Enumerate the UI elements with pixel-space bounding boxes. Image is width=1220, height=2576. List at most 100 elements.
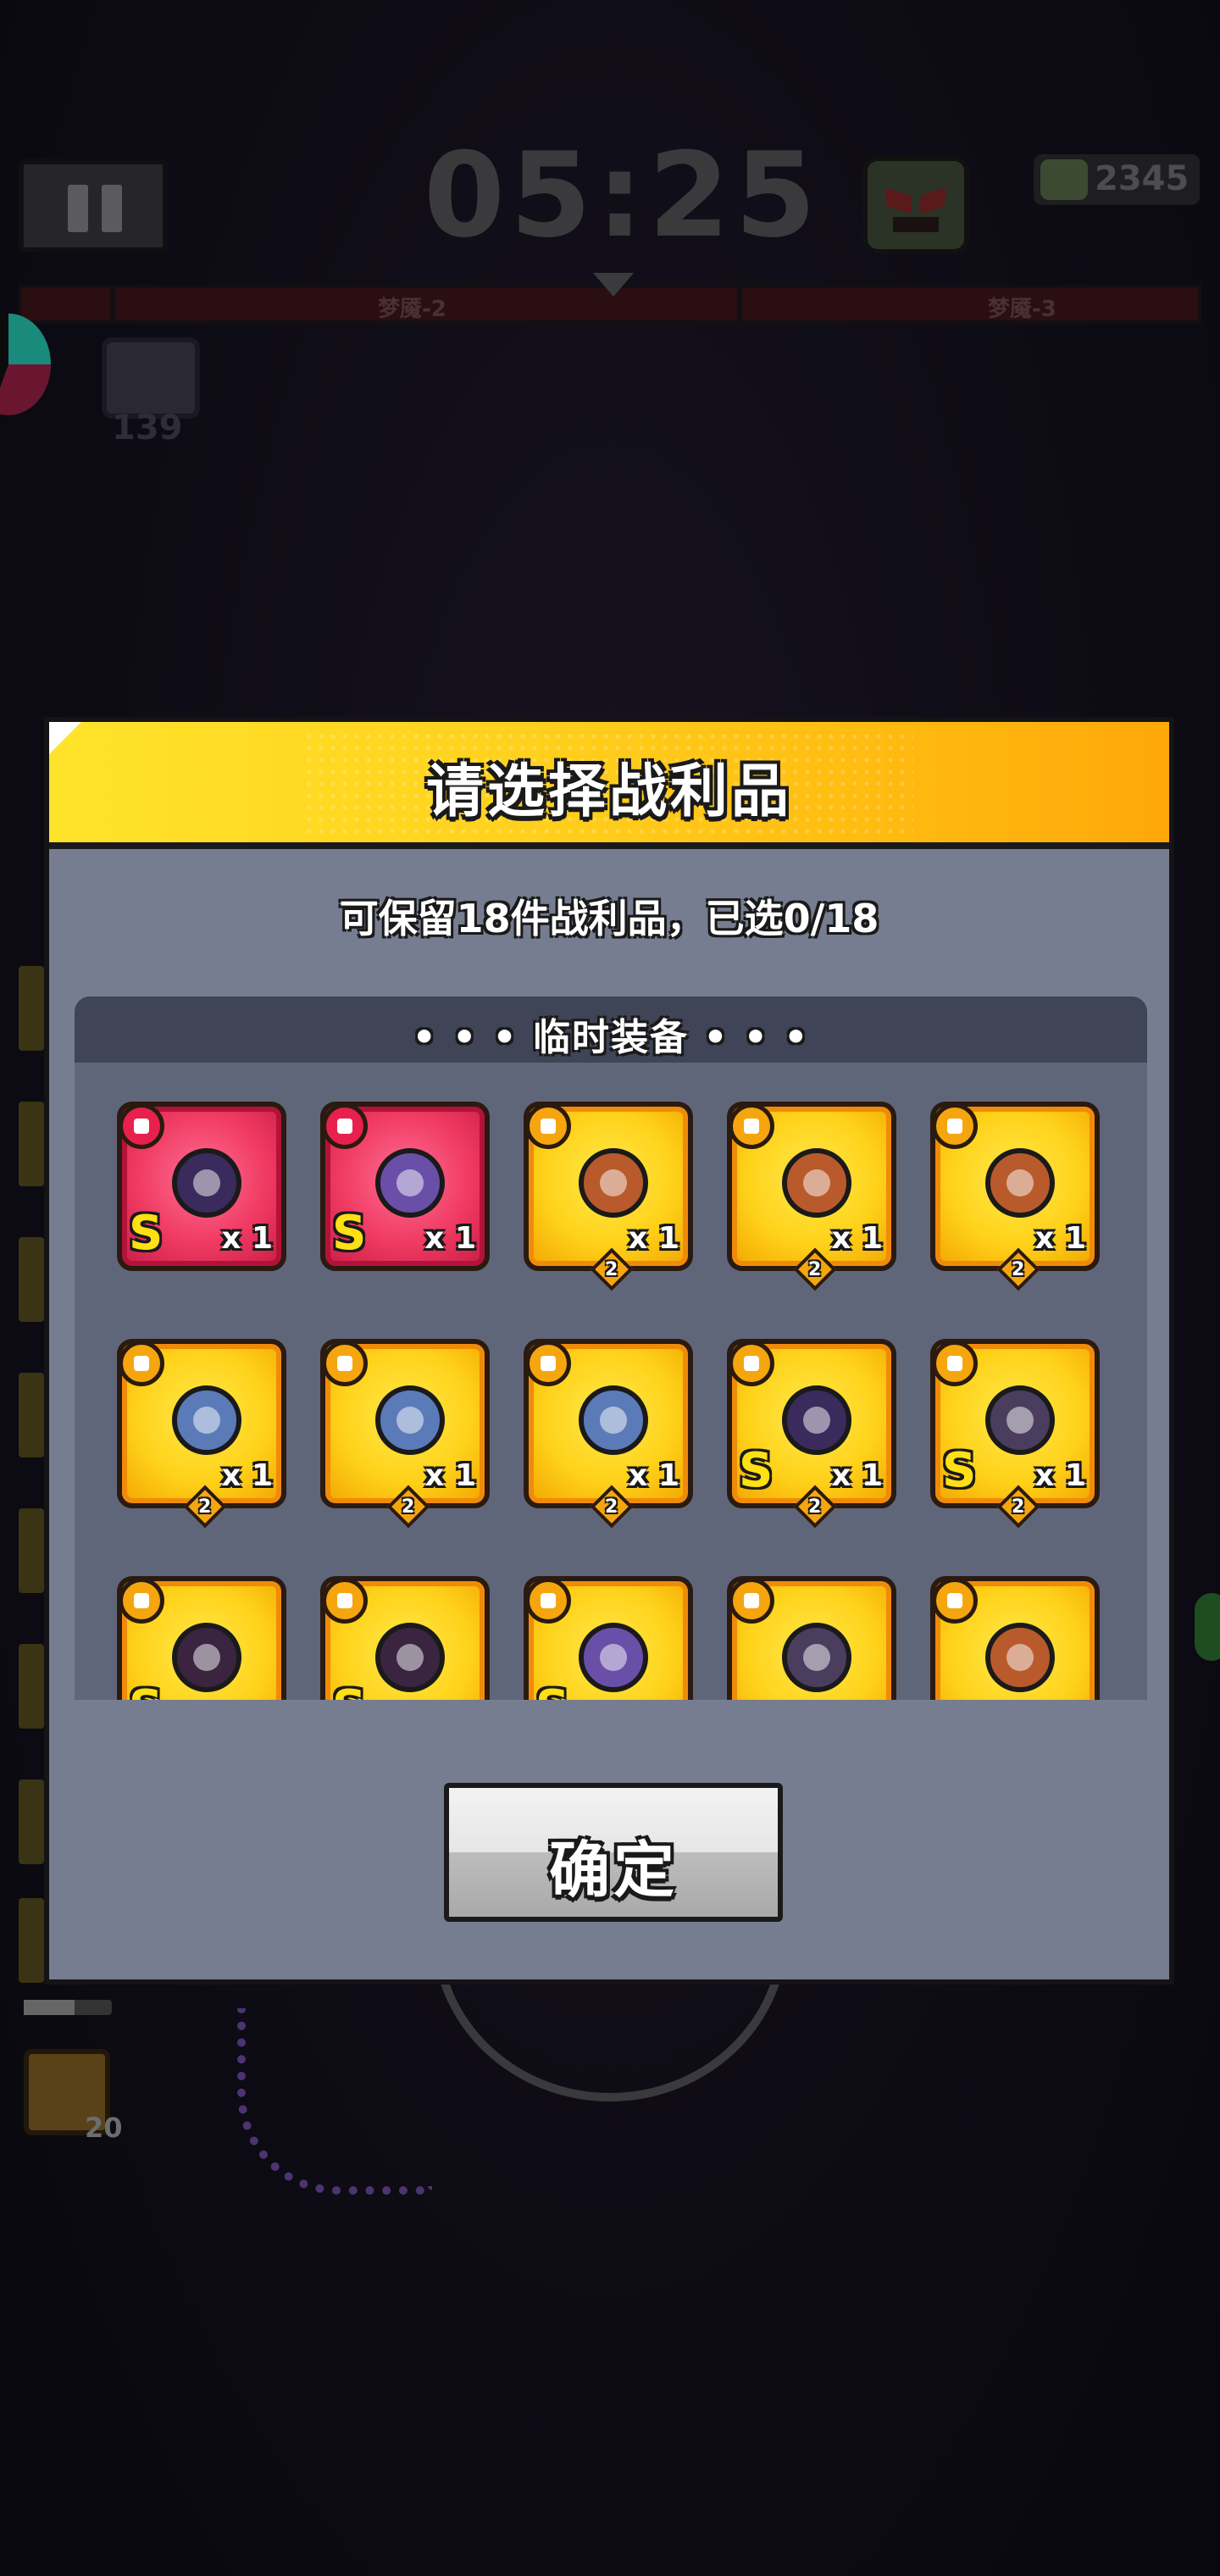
grade-badge: S bbox=[332, 1685, 366, 1701]
grade-badge: S bbox=[739, 1443, 774, 1498]
item-quantity: x 1 bbox=[1034, 1221, 1086, 1256]
loot-item-gloves-fur[interactable]: x 1 2 bbox=[117, 1339, 286, 1529]
confirm-button[interactable]: 确定 bbox=[444, 1783, 783, 1922]
grade-badge: S bbox=[535, 1685, 569, 1701]
loot-item-belt-dark-2[interactable]: S bbox=[320, 1576, 490, 1700]
item-level: 2 bbox=[807, 1258, 822, 1280]
loot-item-weapon-blaster[interactable]: Sx 1 2 bbox=[727, 1339, 896, 1529]
grade-badge: S bbox=[129, 1685, 163, 1701]
weapon-slot-icon bbox=[119, 1103, 164, 1149]
item-level-badge: 2 bbox=[793, 1247, 837, 1291]
loot-item-belt-dark-1[interactable]: S bbox=[117, 1576, 286, 1700]
item-level-badge: 2 bbox=[590, 1485, 634, 1529]
belt-slot-icon bbox=[119, 1578, 164, 1624]
belt-icon bbox=[164, 1615, 249, 1700]
side-skill-slot bbox=[19, 1644, 44, 1729]
side-skill-slot bbox=[19, 1898, 44, 1983]
item-level-badge: 2 bbox=[996, 1485, 1040, 1529]
loot-item-weapon-dark-star[interactable]: Sx 1 bbox=[117, 1102, 286, 1271]
item-quantity: x 1 bbox=[424, 1458, 476, 1493]
boss-icon bbox=[862, 156, 969, 254]
grade-badge: S bbox=[129, 1206, 164, 1261]
item-quantity: x 1 bbox=[831, 1221, 883, 1256]
side-skill-slot bbox=[19, 1508, 44, 1593]
armor-slot-icon bbox=[729, 1578, 774, 1624]
necklace-icon bbox=[978, 1615, 1062, 1700]
item-quantity: x 1 bbox=[628, 1458, 679, 1493]
boots-slot-icon bbox=[322, 1103, 368, 1149]
item-level-badge: 2 bbox=[996, 1247, 1040, 1291]
belt-slot-icon bbox=[322, 1578, 368, 1624]
armor-slot-icon bbox=[932, 1341, 978, 1386]
necklace-slot-icon bbox=[525, 1103, 571, 1149]
item-level-badge: 2 bbox=[793, 1485, 837, 1529]
pause-button[interactable] bbox=[19, 159, 168, 253]
item-level: 2 bbox=[807, 1496, 822, 1518]
modal-title: 请选择战利品 bbox=[425, 758, 792, 825]
item-level: 2 bbox=[1011, 1258, 1025, 1280]
temporary-equipment-panel[interactable]: • • • 临时装备 • • • Sx 1Sx 1x 12x 12x 12x 1… bbox=[75, 997, 1147, 1700]
gloves-icon bbox=[368, 1378, 452, 1463]
grade-badge: S bbox=[332, 1206, 367, 1261]
pause-icon-bar-right bbox=[102, 185, 122, 232]
confirm-label: 确定 bbox=[548, 1835, 678, 1906]
boots-slot-icon bbox=[525, 1578, 571, 1624]
side-skill-slot bbox=[19, 1237, 44, 1322]
item-level: 2 bbox=[1011, 1496, 1025, 1518]
belt-icon bbox=[368, 1615, 452, 1700]
skill-cooldown-bar bbox=[24, 2000, 112, 2015]
side-skill-slot bbox=[19, 966, 44, 1051]
weapon-icon bbox=[774, 1378, 859, 1463]
chest-icon bbox=[102, 337, 200, 419]
armor-icon bbox=[978, 1378, 1062, 1463]
modal-header: 请选择战利品 bbox=[49, 722, 1169, 849]
side-skill-slot bbox=[19, 1779, 44, 1864]
item-level-badge: 2 bbox=[386, 1485, 430, 1529]
item-quantity: x 1 bbox=[1034, 1458, 1086, 1493]
progress-marker-icon bbox=[593, 273, 634, 297]
loot-item-necklace-spiked-collar[interactable]: x 1 2 bbox=[727, 1102, 896, 1291]
loot-item-armor-steel[interactable] bbox=[727, 1576, 896, 1700]
loot-item-necklace-fang-2[interactable] bbox=[930, 1576, 1100, 1700]
item-level-badge: 2 bbox=[590, 1247, 634, 1291]
loot-item-boots-purple[interactable]: Sx 1 bbox=[320, 1102, 490, 1271]
gloves-slot-icon bbox=[525, 1341, 571, 1386]
necklace-icon bbox=[978, 1141, 1062, 1225]
loot-item-boots-dark[interactable]: S bbox=[524, 1576, 693, 1700]
section-header: • • • 临时装备 • • • bbox=[75, 997, 1147, 1063]
chest-count: 139 bbox=[112, 408, 183, 447]
necklace-slot-icon bbox=[932, 1103, 978, 1149]
necklace-slot-icon bbox=[729, 1103, 774, 1149]
loot-item-gloves-crystal[interactable]: x 1 2 bbox=[524, 1339, 693, 1529]
item-level: 2 bbox=[604, 1496, 618, 1518]
section-title: • • • 临时装备 • • • bbox=[412, 1016, 810, 1059]
pause-icon-bar-left bbox=[68, 185, 88, 232]
weapon-icon bbox=[164, 1141, 249, 1225]
boots-icon bbox=[571, 1615, 656, 1700]
selection-count-text: 可保留18件战利品，已选0/18 bbox=[339, 896, 879, 941]
loot-selection-modal: 请选择战利品 可保留18件战利品，已选0/18 • • • 临时装备 • • •… bbox=[44, 717, 1174, 1985]
loot-item-gloves-steel[interactable]: x 1 2 bbox=[320, 1339, 490, 1529]
item-level: 2 bbox=[401, 1496, 415, 1518]
item-quantity: x 1 bbox=[831, 1458, 883, 1493]
item-quantity: x 1 bbox=[221, 1458, 273, 1493]
stage-label-2: 梦魇-3 bbox=[988, 297, 1056, 322]
side-skill-slot bbox=[19, 1373, 44, 1457]
heart-skill-count: 20 bbox=[85, 2112, 123, 2144]
loot-item-necklace-fang[interactable]: x 1 2 bbox=[524, 1102, 693, 1291]
gloves-slot-icon bbox=[322, 1341, 368, 1386]
loot-item-armor-dark[interactable]: Sx 1 2 bbox=[930, 1339, 1100, 1529]
match-timer: 05:25 bbox=[424, 127, 822, 264]
kill-counter: 2345 bbox=[1034, 154, 1200, 205]
kill-count: 2345 bbox=[1095, 159, 1190, 198]
gloves-icon bbox=[164, 1378, 249, 1463]
boots-icon bbox=[368, 1141, 452, 1225]
armor-icon bbox=[774, 1615, 859, 1700]
loot-item-necklace-spiked-collar-2[interactable]: x 1 2 bbox=[930, 1102, 1100, 1291]
gloves-slot-icon bbox=[119, 1341, 164, 1386]
item-level-badge: 2 bbox=[183, 1485, 227, 1529]
item-level: 2 bbox=[197, 1496, 212, 1518]
necklace-slot-icon bbox=[932, 1578, 978, 1624]
side-skill-slot bbox=[19, 1102, 44, 1186]
item-level: 2 bbox=[604, 1258, 618, 1280]
